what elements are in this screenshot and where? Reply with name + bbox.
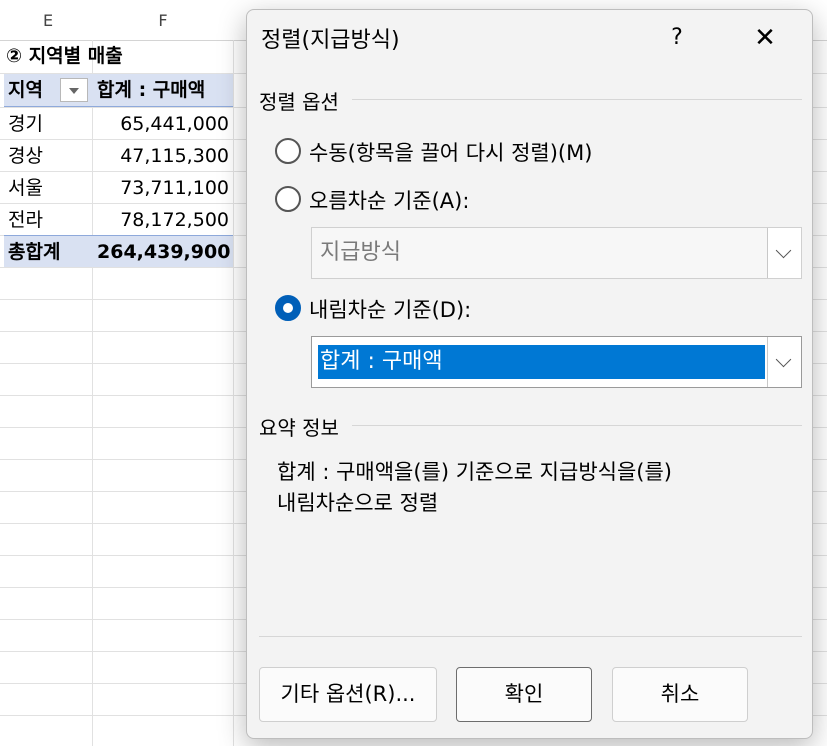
manual-radio-label[interactable]: 수동(항목을 끌어 다시 정렬)(M) — [309, 137, 592, 167]
pivot-total-label[interactable]: 총합계 — [8, 236, 60, 267]
grid-line — [92, 40, 93, 746]
pivot-row-region[interactable]: 서울 — [8, 172, 43, 203]
cancel-button[interactable]: 취소 — [612, 667, 748, 722]
group-divider — [352, 99, 802, 100]
footer-divider — [259, 636, 802, 637]
descending-radio-label[interactable]: 내림차순 기준(D): — [309, 294, 471, 324]
pivot-header-region[interactable]: 지역 — [8, 74, 43, 105]
ok-button[interactable]: 확인 — [456, 667, 592, 722]
pivot-row-region[interactable]: 전라 — [8, 204, 43, 235]
ascending-field-value: 지급방식 — [320, 240, 401, 265]
dialog-title: 정렬(지급방식) — [261, 28, 400, 53]
descending-radio[interactable] — [275, 295, 301, 321]
pivot-row-region[interactable]: 경기 — [8, 108, 43, 139]
sort-options-group-label: 정렬 옵션 — [259, 90, 339, 114]
pivot-header-sum[interactable]: 합계 : 구매액 — [97, 74, 205, 105]
manual-radio[interactable] — [275, 138, 301, 164]
pivot-row-region[interactable]: 경상 — [8, 140, 43, 171]
summary-group-label: 요약 정보 — [259, 416, 339, 440]
chevron-down-icon[interactable] — [767, 337, 801, 387]
pivot-row-value[interactable]: 78,172,500 — [97, 204, 229, 235]
filter-dropdown-button[interactable] — [60, 78, 88, 102]
ascending-radio[interactable] — [275, 186, 301, 212]
descending-field-select[interactable]: 합계 : 구매액 — [311, 336, 802, 388]
column-header-f[interactable]: F — [93, 0, 233, 40]
pivot-row-value[interactable]: 73,711,100 — [97, 172, 229, 203]
sort-dialog: 정렬(지급방식) ? ✕ 정렬 옵션 수동(항목을 끌어 다시 정렬)(M) 오… — [246, 9, 813, 739]
grid-line — [233, 40, 234, 746]
chevron-down-icon[interactable] — [767, 228, 801, 278]
summary-line: 합계 : 구매액을(를) 기준으로 지급방식을(를) — [277, 460, 672, 484]
pivot-row-value[interactable]: 65,441,000 — [97, 108, 229, 139]
pivot-title[interactable]: ② 지역별 매출 — [6, 41, 123, 72]
summary-line: 내림차순으로 정렬 — [277, 491, 439, 515]
pivot-total-value[interactable]: 264,439,900 — [97, 236, 230, 267]
descending-field-value: 합계 : 구매액 — [318, 345, 765, 379]
ascending-field-select[interactable]: 지급방식 — [311, 227, 802, 279]
help-button[interactable]: ? — [657, 18, 697, 58]
close-icon[interactable]: ✕ — [743, 18, 787, 58]
dropdown-arrow-icon — [69, 88, 79, 94]
summary-text: 합계 : 구매액을(를) 기준으로 지급방식을(를) 내림차순으로 정렬 — [277, 457, 797, 519]
ascending-radio-label[interactable]: 오름차순 기준(A): — [309, 185, 469, 215]
column-header-e[interactable]: E — [4, 0, 92, 40]
pivot-row-value[interactable]: 47,115,300 — [97, 140, 229, 171]
more-options-button[interactable]: 기타 옵션(R)... — [259, 667, 437, 722]
group-divider — [352, 425, 802, 426]
